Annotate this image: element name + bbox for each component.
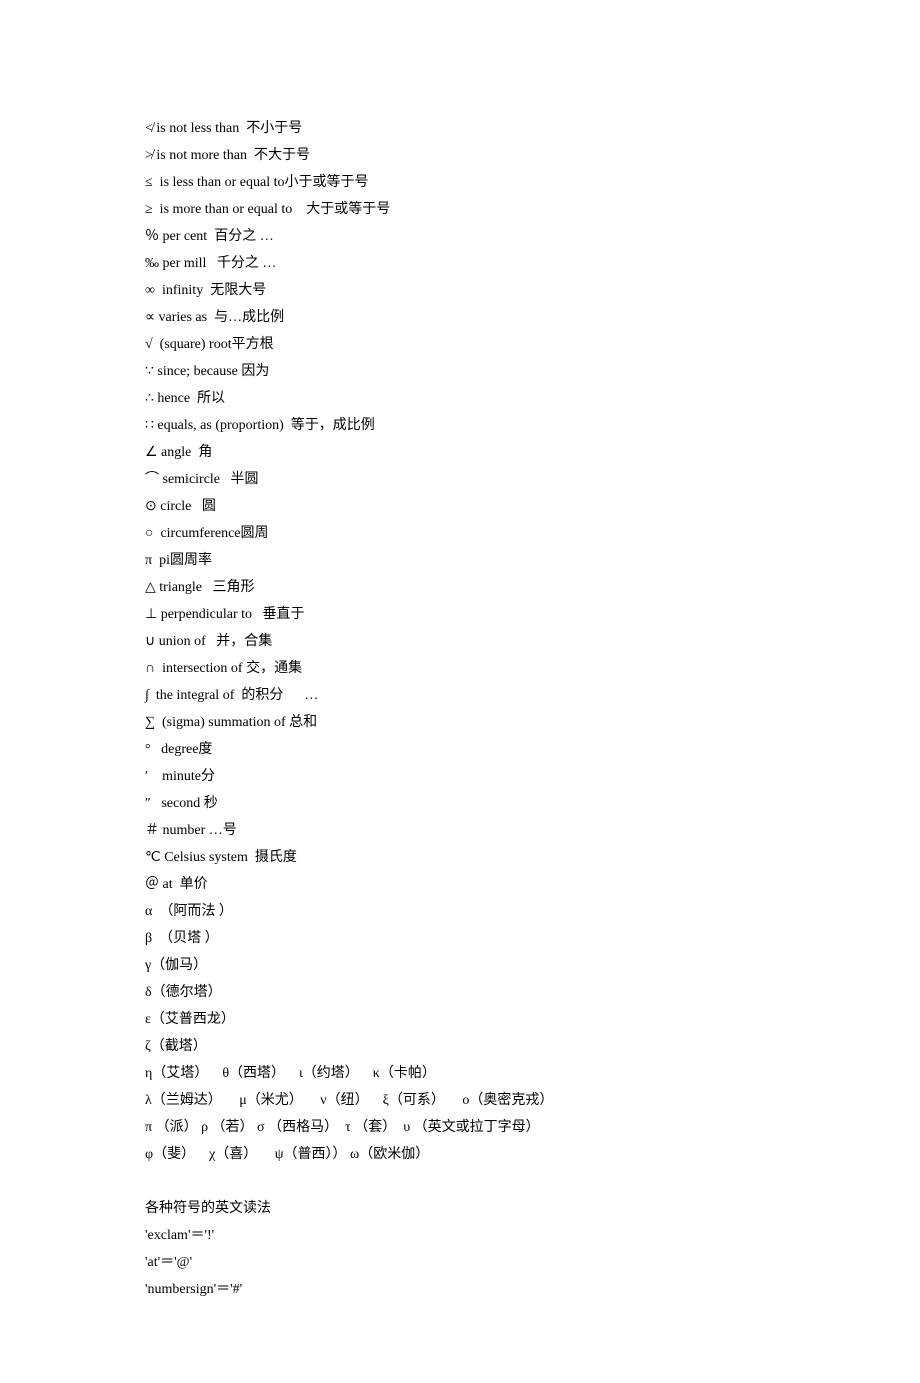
symbol-line: ∴ hence 所以 — [145, 385, 775, 412]
symbol-line: ∞ infinity 无限大号 — [145, 277, 775, 304]
symbol-line: φ（斐） χ（喜） ψ（普西）） ω（欧米伽） — [145, 1141, 775, 1168]
symbol-line: γ（伽马） — [145, 952, 775, 979]
symbol-line: ‰ per mill 千分之 … — [145, 250, 775, 277]
symbol-line: ∠ angle 角 — [145, 439, 775, 466]
symbol-line: δ（德尔塔） — [145, 979, 775, 1006]
symbol-line: β （贝塔 ） — [145, 925, 775, 952]
reading-line: 'at'＝'@' — [145, 1249, 775, 1276]
symbol-line: ≯ is not more than 不大于号 — [145, 142, 775, 169]
blank-line — [145, 1168, 775, 1195]
symbol-line: ζ（截塔） — [145, 1033, 775, 1060]
symbol-line: ′ minute分 — [145, 763, 775, 790]
symbol-line: ○ circumference圆周 — [145, 520, 775, 547]
symbol-line: ⊙ circle 圆 — [145, 493, 775, 520]
symbol-line: π （派） ρ （若） σ （西格马） τ （套） υ （英文或拉丁字母） — [145, 1114, 775, 1141]
reading-line: 'exclam'＝'!' — [145, 1222, 775, 1249]
symbol-line: π pi圆周率 — [145, 547, 775, 574]
symbol-line: ∫ the integral of 的积分 … — [145, 682, 775, 709]
reading-line: 'numbersign'＝'#' — [145, 1276, 775, 1303]
symbol-line: ＃ number …号 — [145, 817, 775, 844]
symbol-line: ° degree度 — [145, 736, 775, 763]
symbol-line: ∷ equals, as (proportion) 等于，成比例 — [145, 412, 775, 439]
symbol-line: ≥ is more than or equal to 大于或等于号 — [145, 196, 775, 223]
symbol-line: ⊥ perpendicular to 垂直于 — [145, 601, 775, 628]
symbol-line: ≮ is not less than 不小于号 — [145, 115, 775, 142]
symbol-line: λ（兰姆达） μ（米尤） ν（纽） ξ（可系） ο（奥密克戎） — [145, 1087, 775, 1114]
symbol-line: ε（艾普西龙） — [145, 1006, 775, 1033]
symbol-line: ∩ intersection of 交，通集 — [145, 655, 775, 682]
symbol-line: ∵ since; because 因为 — [145, 358, 775, 385]
symbol-line: ∑ (sigma) summation of 总和 — [145, 709, 775, 736]
section-title: 各种符号的英文读法 — [145, 1195, 775, 1222]
symbol-line: ＠ at 单价 — [145, 871, 775, 898]
symbol-line: ％ per cent 百分之 … — [145, 223, 775, 250]
symbol-line: √ (square) root平方根 — [145, 331, 775, 358]
symbol-line: ℃ Celsius system 摄氏度 — [145, 844, 775, 871]
symbol-line: △ triangle 三角形 — [145, 574, 775, 601]
document-page: ≮ is not less than 不小于号 ≯ is not more th… — [0, 0, 920, 1383]
symbol-line: α （阿而法 ） — [145, 898, 775, 925]
symbol-line: ≤ is less than or equal to小于或等于号 — [145, 169, 775, 196]
symbol-line: ∝ varies as 与…成比例 — [145, 304, 775, 331]
symbol-line: ∪ union of 并，合集 — [145, 628, 775, 655]
symbol-line: ″ second 秒 — [145, 790, 775, 817]
symbol-line: η（艾塔） θ（西塔） ι（约塔） κ（卡帕） — [145, 1060, 775, 1087]
symbol-line: ⌒ semicircle 半圆 — [145, 466, 775, 493]
